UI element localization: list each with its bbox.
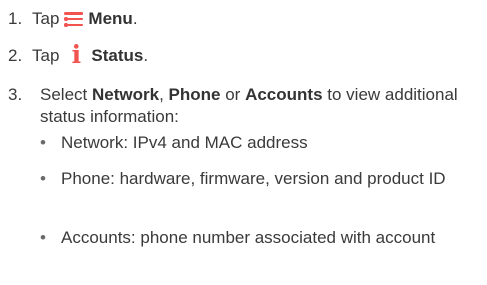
step-number: 3.: [8, 85, 23, 104]
menu-icon: [64, 11, 84, 26]
step-number: 1.: [8, 9, 23, 28]
bullet-text: Network: IPv4 and MAC address: [61, 133, 308, 152]
step-3-text: Select Network, Phone or Accounts to vie…: [40, 84, 478, 128]
list-item: • Phone: hardware, firmware, version and…: [40, 168, 470, 190]
bullet-icon: •: [40, 169, 46, 188]
network-option: Network: [91, 85, 160, 104]
step-1: 1. Tap Menu.: [8, 8, 138, 30]
bullet-text: Phone: hardware, firmware, version and p…: [61, 169, 446, 188]
step-verb: Select: [40, 85, 88, 104]
separator-or: or: [225, 85, 241, 104]
separator-comma: ,: [159, 85, 164, 104]
list-item: • Accounts: phone number associated with…: [40, 227, 470, 249]
step-3: 3. Select Network, Phone or Accounts to …: [8, 84, 478, 128]
bullet-text: Accounts: phone number associated with a…: [61, 228, 436, 247]
info-icon: i: [71, 40, 82, 69]
step-2: 2. Tap i Status.: [8, 40, 149, 69]
accounts-option: Accounts: [245, 85, 323, 104]
step-verb: Tap: [32, 9, 60, 28]
bullet-icon: •: [40, 228, 46, 247]
bullet-icon: •: [40, 133, 46, 152]
step-period: .: [132, 9, 138, 28]
step-verb: Tap: [32, 46, 60, 65]
step-number: 2.: [8, 46, 23, 65]
list-item: • Network: IPv4 and MAC address: [40, 132, 470, 154]
status-label: Status: [91, 46, 144, 65]
step-period: .: [143, 46, 149, 65]
menu-label: Menu: [88, 9, 133, 28]
phone-option: Phone: [168, 85, 221, 104]
